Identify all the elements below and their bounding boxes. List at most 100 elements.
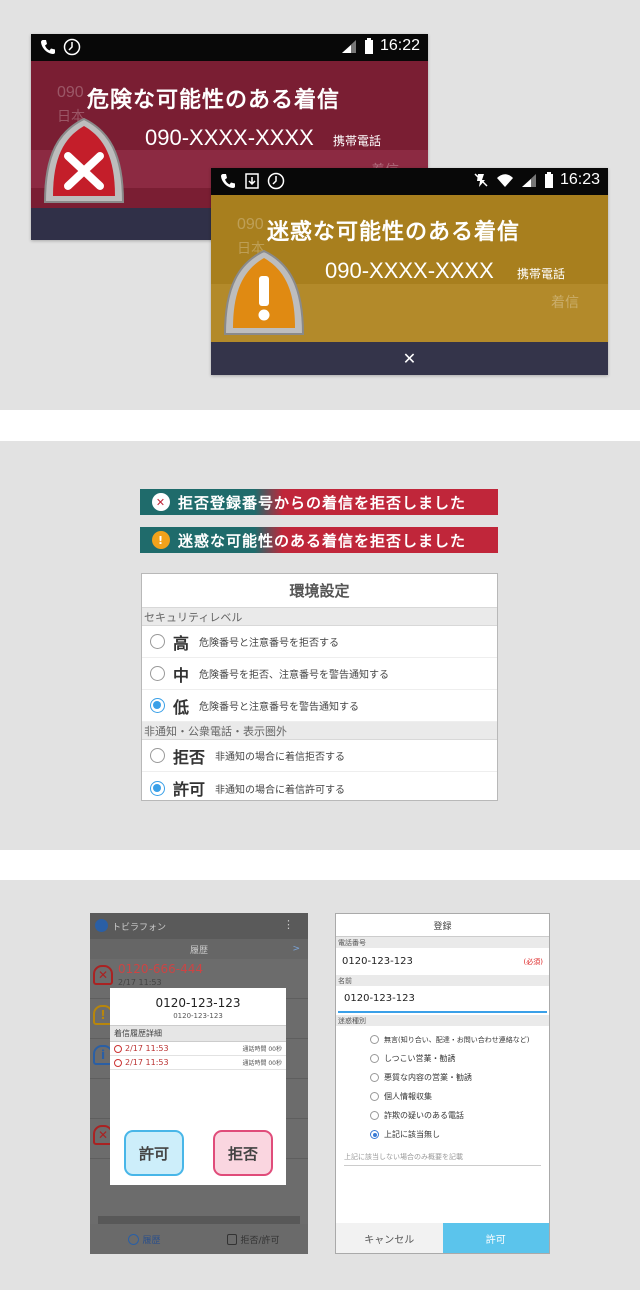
call-warning-title: 危険な可能性のある着信	[87, 88, 341, 113]
type-label: 無言(知り合い、配達・お問い合わせ連絡など)	[384, 1035, 530, 1044]
status-bar: 16:22	[31, 34, 428, 61]
name-field[interactable]: 0120-123-123	[338, 986, 547, 1013]
type-option[interactable]: 個人情報収集	[336, 1087, 549, 1106]
phone-icon	[219, 172, 237, 190]
phone-value: 0120-123-123	[342, 956, 413, 967]
radio-button-selected[interactable]	[150, 698, 165, 713]
banner-text: 迷惑な可能性のある着信を拒否しました	[178, 531, 467, 550]
level-high-option[interactable]: 高 危険番号と注意番号を拒否する	[142, 626, 497, 658]
nav-history-label: 履歴	[142, 1235, 161, 1246]
option-desc: 非通知の場合に着信拒否する	[215, 752, 346, 763]
register-screen: 登録 電話番号 0120-123-123 (必須) 名前 0120-123-12…	[335, 913, 550, 1254]
danger-shield-icon	[39, 116, 129, 210]
option-label: 低	[173, 697, 190, 717]
entry-time: 2/17 11:53	[125, 1044, 169, 1053]
option-label: 高	[173, 633, 190, 653]
download-icon	[243, 172, 261, 190]
signal-icon	[340, 37, 358, 55]
block-list-icon	[227, 1233, 238, 1245]
next-arrow-icon[interactable]: >	[292, 944, 300, 954]
allow-button[interactable]: 許可	[124, 1130, 184, 1176]
battery-icon	[364, 37, 374, 55]
option-desc: 危険番号と注意番号を拒否する	[199, 638, 340, 649]
history-tab-header: 履歴 >	[90, 939, 308, 959]
type-label: 個人情報収集	[384, 1092, 432, 1101]
option-desc: 危険番号を拒否、注意番号を警告通知する	[199, 670, 390, 681]
caller-number: 090-XXXX-XXXX	[325, 258, 494, 283]
status-time: 16:22	[379, 37, 420, 54]
nuisance-call-card: 16:23 090 日本 迷惑な可能性のある着信 090-XXXX-XXXX 携…	[211, 168, 608, 375]
phone-field[interactable]: 0120-123-123 (必須)	[336, 948, 549, 975]
radio-button[interactable]	[150, 666, 165, 681]
radio-button-selected[interactable]	[370, 1130, 379, 1139]
radio-button[interactable]	[370, 1035, 379, 1044]
level-low-option[interactable]: 低 危険番号と注意番号を警告通知する	[142, 690, 497, 722]
type-option[interactable]: 悪質な内容の営業・勧誘	[336, 1068, 549, 1087]
caller-type: 携帯電話	[333, 134, 382, 148]
ghost-incoming-label: 着信	[551, 295, 579, 311]
mute-icon	[472, 171, 490, 189]
reject-button[interactable]: 拒否	[213, 1130, 273, 1176]
battery-icon	[544, 171, 554, 189]
allow-button[interactable]: 許可	[442, 1223, 549, 1253]
radio-button[interactable]	[370, 1111, 379, 1120]
radio-button[interactable]	[370, 1054, 379, 1063]
settings-card: 環境設定 セキュリティレベル 高 危険番号と注意番号を拒否する 中 危険番号を拒…	[141, 573, 498, 801]
nav-block-tab[interactable]: 拒否/許可	[199, 1233, 308, 1246]
history-tab-title: 履歴	[189, 945, 208, 956]
close-icon[interactable]: ✕	[403, 349, 416, 368]
incoming-call-panel: 16:22 090 日本 危険な可能性のある着信 090-XXXX-XXXX 携…	[0, 0, 640, 410]
reject-dot-icon	[114, 1044, 122, 1053]
status-time: 16:23	[559, 171, 600, 188]
nuisance-type-label: 迷惑種別	[336, 1015, 549, 1026]
history-date: 2/17 11:53	[118, 978, 162, 987]
dialog-section-title: 着信履歴詳細	[110, 1025, 286, 1042]
hidden-reject-option[interactable]: 拒否 非通知の場合に着信拒否する	[142, 740, 497, 772]
warning-shield-icon	[219, 248, 309, 342]
radio-button[interactable]	[370, 1073, 379, 1082]
more-menu-icon[interactable]: ⋮	[283, 918, 294, 931]
radio-button[interactable]	[370, 1092, 379, 1101]
app-logo-icon	[95, 919, 108, 932]
option-desc: 非通知の場合に着信許可する	[215, 784, 346, 796]
level-medium-option[interactable]: 中 危険番号を拒否、注意番号を警告通知する	[142, 658, 497, 690]
entry-duration: 通話時間 00秒	[242, 1046, 282, 1053]
hidden-allow-option[interactable]: 許可 非通知の場合に着信許可する	[142, 772, 497, 804]
caller-type: 携帯電話	[517, 267, 566, 281]
app-name: トビラフォン	[112, 922, 167, 933]
name-value: 0120-123-123	[344, 993, 415, 1004]
radio-button[interactable]	[150, 748, 165, 763]
nav-history-tab[interactable]: 履歴	[90, 1233, 199, 1246]
warning-circle-icon: !	[152, 531, 170, 549]
register-footer: キャンセル 許可	[336, 1223, 549, 1253]
dismiss-bar[interactable]: ✕	[211, 342, 608, 375]
nuisance-type-group: 無言(知り合い、配達・お問い合わせ連絡など) しつこい営業・勧誘 悪質な内容の営…	[336, 1026, 549, 1144]
settings-panel: ✕ 拒否登録番号からの着信を拒否しました ! 迷惑な可能性のある着信を拒否しまし…	[0, 441, 640, 850]
history-clock-icon	[128, 1233, 140, 1245]
dialog-number: 0120-123-123	[155, 996, 241, 1010]
type-option[interactable]: 無言(知り合い、配達・お問い合わせ連絡など)	[336, 1030, 549, 1049]
clock-icon	[267, 172, 285, 190]
type-option[interactable]: しつこい営業・勧誘	[336, 1049, 549, 1068]
reject-dot-icon	[114, 1058, 122, 1067]
cancel-button[interactable]: キャンセル	[336, 1223, 443, 1253]
radio-button[interactable]	[150, 634, 165, 649]
option-label: 中	[173, 665, 190, 685]
note-input[interactable]: 上記に該当しない場合のみ概要を記載	[344, 1152, 541, 1166]
required-tag: (必須)	[523, 957, 543, 966]
type-option[interactable]: 上記に該当無し	[336, 1125, 549, 1144]
clock-icon	[63, 38, 81, 56]
dialog-number-small: 0120-123-123	[173, 1012, 223, 1020]
ghost-number: 090	[237, 216, 264, 233]
entry-duration: 通話時間 00秒	[242, 1060, 282, 1067]
security-level-section: セキュリティレベル	[142, 608, 497, 626]
status-bar: 16:23	[211, 168, 608, 195]
radio-button-selected[interactable]	[150, 780, 165, 796]
reject-circle-icon: ✕	[152, 493, 170, 511]
type-option[interactable]: 詐欺の疑いのある電話	[336, 1106, 549, 1125]
rejected-nuisance-banner: ! 迷惑な可能性のある着信を拒否しました	[140, 527, 498, 553]
hidden-number-section: 非通知・公衆電話・表示圏外	[142, 722, 497, 740]
caller-number: 090-XXXX-XXXX	[145, 125, 314, 150]
banner-text: 拒否登録番号からの着信を拒否しました	[178, 493, 467, 512]
bottom-nav: 履歴 拒否/許可	[90, 1224, 308, 1254]
